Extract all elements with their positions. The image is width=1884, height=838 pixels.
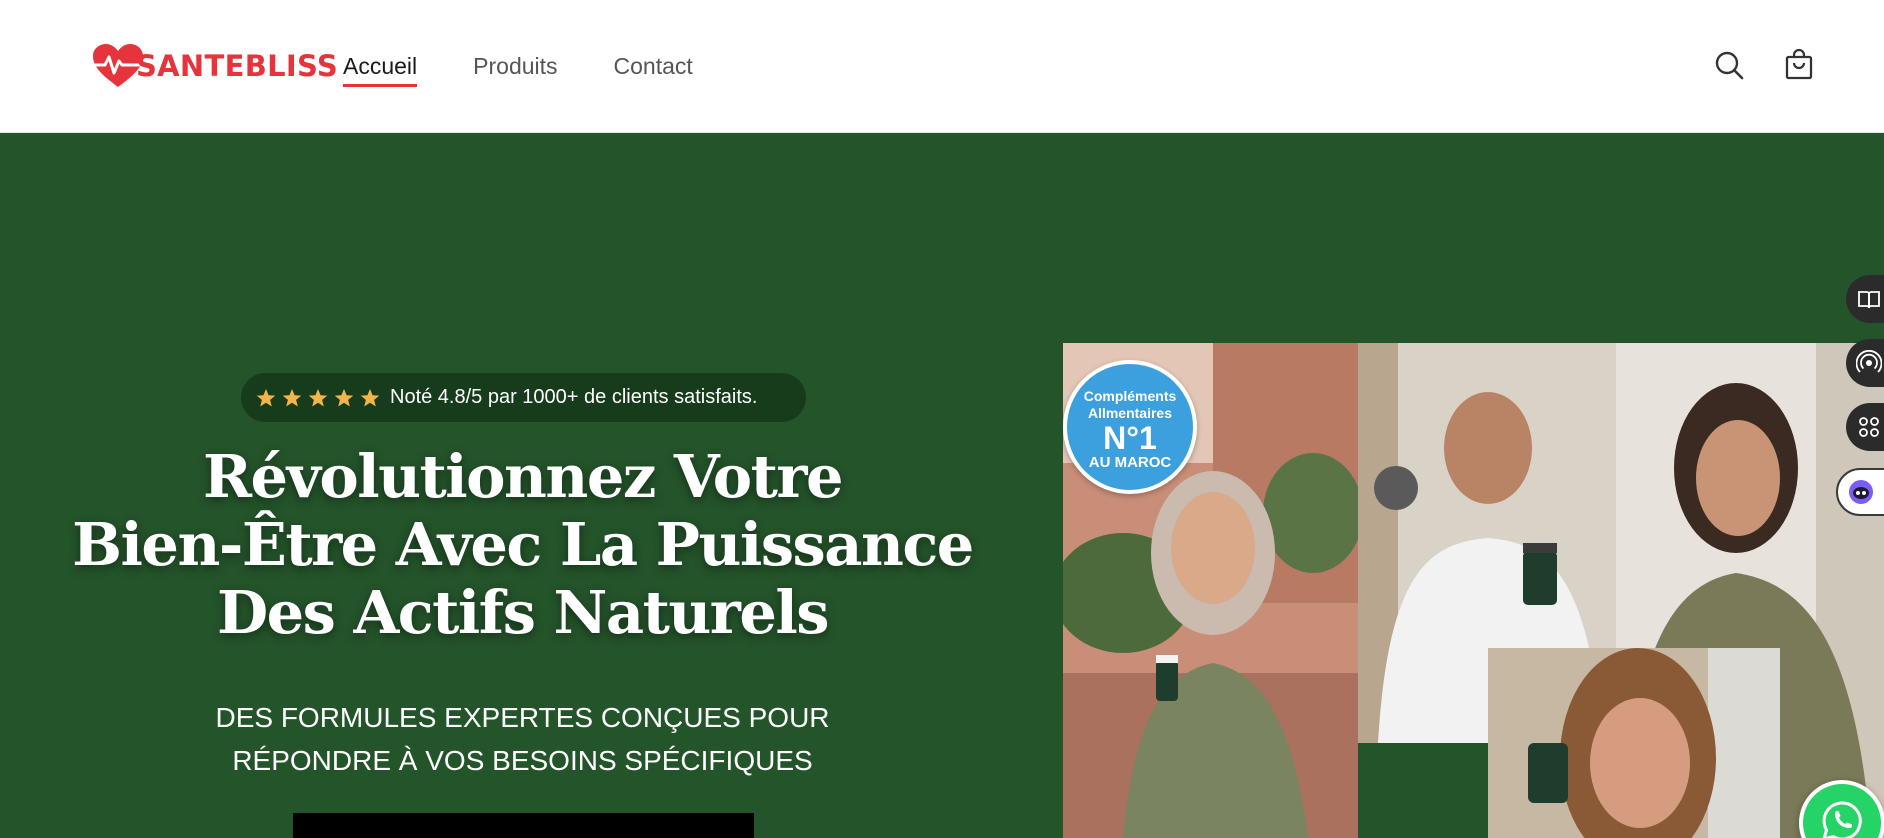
photo-woman-bottom [1488,648,1780,838]
photo-woman-hijab: Compléments Allmentaires N°1 AU MAROC [1063,343,1358,838]
nav-link-contact[interactable]: Contact [614,48,693,84]
badge-rank: N°1 [1103,420,1157,456]
rating-badge: Noté 4.8/5 par 1000+ de clients satisfai… [241,373,806,422]
hero-subtitle: DES FORMULES EXPERTES CONÇUES POUR RÉPON… [150,696,895,782]
hero-title: Révolutionnez Votre Bien-Être Avec La Pu… [40,443,1005,647]
main-nav: Accueil Produits Contact [343,48,693,87]
hero-title-line: Des Actifs Naturels [216,578,830,647]
n1-badge: Compléments Allmentaires N°1 AU MAROC [1063,360,1197,494]
rating-text: Noté 4.8/5 par 1000+ de clients satisfai… [390,386,758,408]
search-icon[interactable] [1712,48,1746,82]
star-icon [360,388,380,406]
star-icon [282,388,302,406]
rating-stars [256,388,380,408]
hero-subtitle-line: DES FORMULES EXPERTES CONÇUES POUR [215,702,830,733]
brand-name: SANTEBLISS [136,49,339,83]
broadcast-icon [1856,350,1882,373]
hero-subtitle-line: RÉPONDRE À VOS BESOINS SPÉCIFIQUES [232,745,813,776]
side-book-button[interactable] [1846,275,1884,323]
hero-title-line: Bien-Être Avec La Puissance [72,510,974,579]
apps-icon [1859,417,1879,437]
nav-link-produits[interactable]: Produits [473,48,557,84]
site-header: SANTEBLISS Accueil Produits Contact [0,0,1884,133]
hero-section: Noté 4.8/5 par 1000+ de clients satisfai… [0,133,1884,838]
brand-logo[interactable]: SANTEBLISS [92,42,338,90]
star-icon [256,388,276,406]
hero-title-line: Révolutionnez Votre [203,442,844,511]
book-icon [1858,291,1880,309]
cart-icon[interactable] [1782,48,1816,82]
chat-bot-icon [1849,480,1873,504]
star-icon [308,388,328,406]
cta-button[interactable] [293,813,754,838]
badge-line: AU MAROC [1088,454,1172,471]
whatsapp-icon [1822,801,1862,838]
star-icon [334,388,354,406]
side-chatbot-button[interactable] [1836,468,1884,516]
nav-link-accueil[interactable]: Accueil [343,48,418,87]
testimonial-collage: Compléments Allmentaires N°1 AU MAROC [1063,343,1884,838]
badge-line: Compléments [1083,388,1177,404]
